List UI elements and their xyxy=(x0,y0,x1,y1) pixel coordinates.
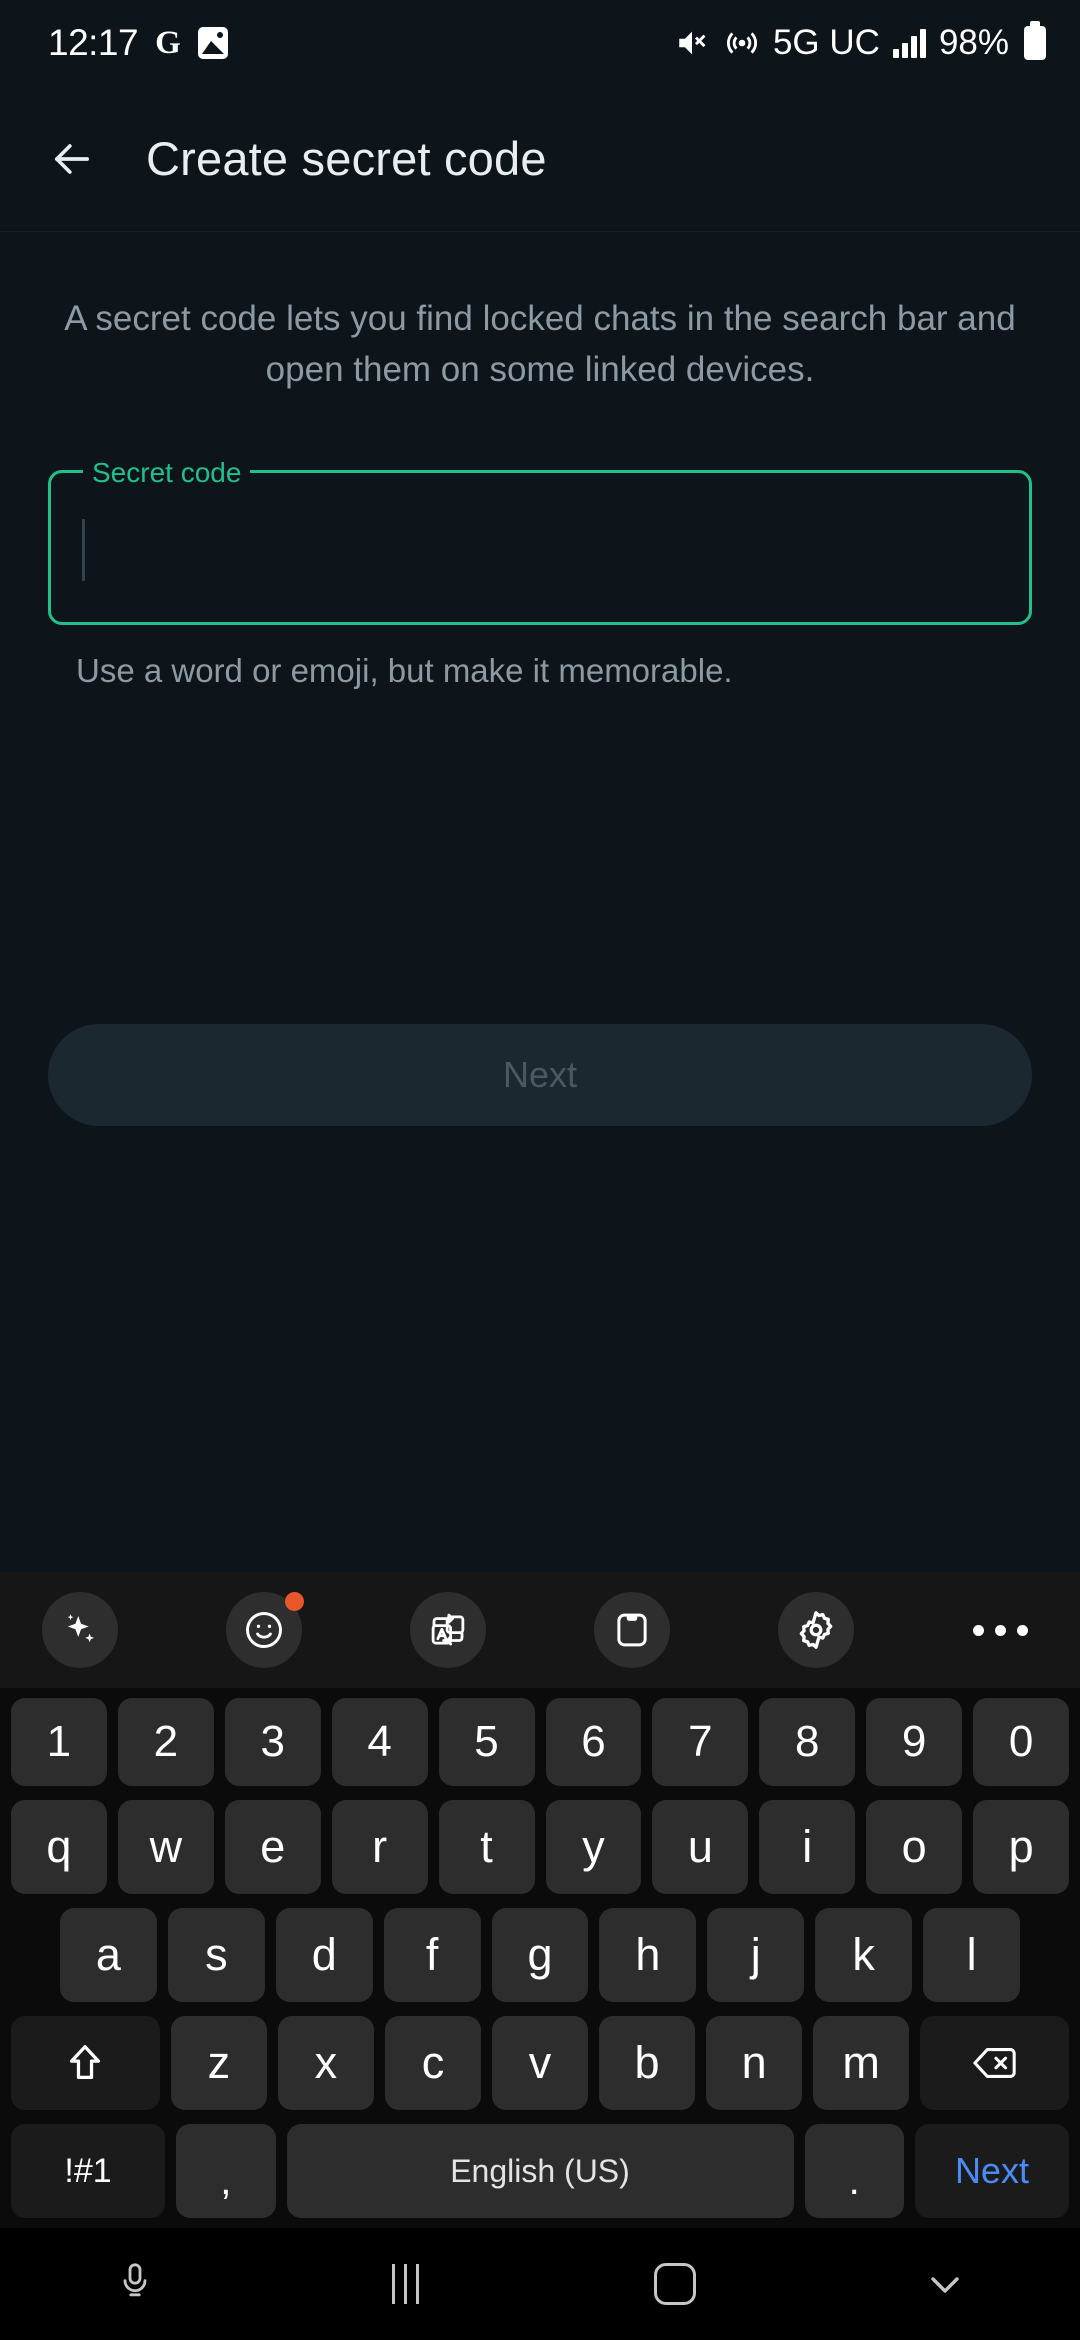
key-u[interactable]: u xyxy=(652,1800,749,1894)
key-j[interactable]: j xyxy=(707,1908,805,2002)
enter-next-key[interactable]: Next xyxy=(914,2124,1069,2218)
helper-text: Use a word or emoji, but make it memorab… xyxy=(76,651,733,689)
key-6[interactable]: 6 xyxy=(545,1698,642,1786)
keyboard-row-numbers: 1 2 3 4 5 6 7 8 9 0 xyxy=(6,1698,1074,1786)
key-t[interactable]: t xyxy=(438,1800,535,1894)
key-o[interactable]: o xyxy=(866,1800,963,1894)
home-icon[interactable] xyxy=(540,2228,810,2340)
key-2[interactable]: 2 xyxy=(117,1698,214,1786)
status-bar-left: 12:17 G xyxy=(48,22,228,64)
key-3[interactable]: 3 xyxy=(224,1698,321,1786)
key-9[interactable]: 9 xyxy=(866,1698,963,1786)
battery-full-icon xyxy=(1024,21,1046,60)
key-4[interactable]: 4 xyxy=(331,1698,428,1786)
emoji-icon[interactable] xyxy=(226,1592,304,1668)
key-b[interactable]: b xyxy=(599,2016,696,2110)
status-bar-right: 5G UC 98% xyxy=(673,21,1046,63)
symbols-key[interactable]: !#1 xyxy=(11,2124,166,2218)
key-y[interactable]: y xyxy=(545,1800,642,1894)
next-button-wrapper: Next xyxy=(48,1024,1032,1126)
phone-screen: 12:17 G 5G UC 98% Create secret code A s… xyxy=(0,0,1080,2340)
key-i[interactable]: i xyxy=(759,1800,856,1894)
keyboard-row-home: a s d f g h j k l xyxy=(6,1908,1074,2002)
main-content: A secret code lets you find locked chats… xyxy=(0,232,1080,1572)
keyboard-row-modifiers: !#1 , English (US) . Next xyxy=(6,2124,1074,2218)
keyboard-keys: 1 2 3 4 5 6 7 8 9 0 q w e r t y u i o p … xyxy=(0,1688,1080,2218)
key-x[interactable]: x xyxy=(277,2016,374,2110)
key-v[interactable]: v xyxy=(491,2016,589,2110)
navigation-bar xyxy=(0,2228,1080,2340)
keyboard: 1 2 3 4 5 6 7 8 9 0 q w e r t y u i o p … xyxy=(0,1572,1080,2228)
hotspot-icon xyxy=(724,25,760,61)
space-key[interactable]: English (US) xyxy=(286,2124,794,2218)
page-title: Create secret code xyxy=(146,132,547,185)
clipboard-icon[interactable] xyxy=(594,1592,670,1668)
keyboard-row-bottom: z x c v b n m xyxy=(6,2016,1074,2110)
secret-code-label: Secret code xyxy=(83,456,251,489)
key-n[interactable]: n xyxy=(706,2016,803,2110)
keyboard-row-top: q w e r t y u i o p xyxy=(6,1800,1074,1894)
key-p[interactable]: p xyxy=(973,1800,1070,1894)
recents-icon[interactable] xyxy=(270,2228,540,2340)
key-a[interactable]: a xyxy=(60,1908,157,2002)
backspace-icon[interactable] xyxy=(920,2016,1070,2110)
key-r[interactable]: r xyxy=(331,1800,428,1894)
secret-code-input[interactable]: Secret code xyxy=(48,456,1032,625)
description-text: A secret code lets you find locked chats… xyxy=(64,299,1016,389)
key-0[interactable]: 0 xyxy=(973,1698,1070,1786)
key-h[interactable]: h xyxy=(599,1908,697,2002)
key-l[interactable]: l xyxy=(923,1908,1021,2002)
google-icon: G xyxy=(155,24,181,61)
key-k[interactable]: k xyxy=(815,1908,913,2002)
key-d[interactable]: d xyxy=(275,1908,373,2002)
volume-mute-icon xyxy=(673,26,711,60)
key-c[interactable]: c xyxy=(384,2016,481,2110)
settings-gear-icon[interactable] xyxy=(778,1592,854,1668)
back-button[interactable] xyxy=(46,133,98,185)
battery-percent: 98% xyxy=(938,23,1009,62)
comma-key[interactable]: , xyxy=(176,2124,276,2218)
key-f[interactable]: f xyxy=(383,1908,481,2002)
key-w[interactable]: w xyxy=(117,1800,214,1894)
key-e[interactable]: e xyxy=(224,1800,321,1894)
key-z[interactable]: z xyxy=(170,2016,267,2110)
keyboard-toolbar xyxy=(0,1572,1080,1688)
key-m[interactable]: m xyxy=(813,2016,910,2110)
next-button[interactable]: Next xyxy=(48,1024,1032,1126)
emoji-notification-badge xyxy=(285,1592,304,1611)
microphone-icon[interactable] xyxy=(0,2228,270,2340)
shift-up-icon[interactable] xyxy=(10,2016,160,2110)
network-type: 5G UC xyxy=(772,23,880,62)
more-options-icon[interactable] xyxy=(962,1592,1038,1668)
photos-icon xyxy=(197,27,228,59)
key-7[interactable]: 7 xyxy=(652,1698,749,1786)
ai-sparkle-icon[interactable] xyxy=(42,1592,118,1668)
key-s[interactable]: s xyxy=(167,1908,265,2002)
period-key[interactable]: . xyxy=(804,2124,904,2218)
key-8[interactable]: 8 xyxy=(759,1698,856,1786)
status-clock: 12:17 xyxy=(48,22,139,63)
secret-code-field-wrapper: Secret code Use a word or emoji, but mak… xyxy=(48,456,1032,690)
key-1[interactable]: 1 xyxy=(10,1698,107,1786)
key-5[interactable]: 5 xyxy=(438,1698,535,1786)
chevron-down-icon[interactable] xyxy=(810,2228,1080,2340)
key-q[interactable]: q xyxy=(10,1800,107,1894)
key-g[interactable]: g xyxy=(491,1908,589,2002)
signal-bars-icon xyxy=(892,28,926,58)
app-bar: Create secret code xyxy=(0,86,1080,232)
translate-icon[interactable] xyxy=(410,1592,486,1668)
text-cursor xyxy=(82,518,85,581)
status-bar: 12:17 G 5G UC 98% xyxy=(0,0,1080,86)
